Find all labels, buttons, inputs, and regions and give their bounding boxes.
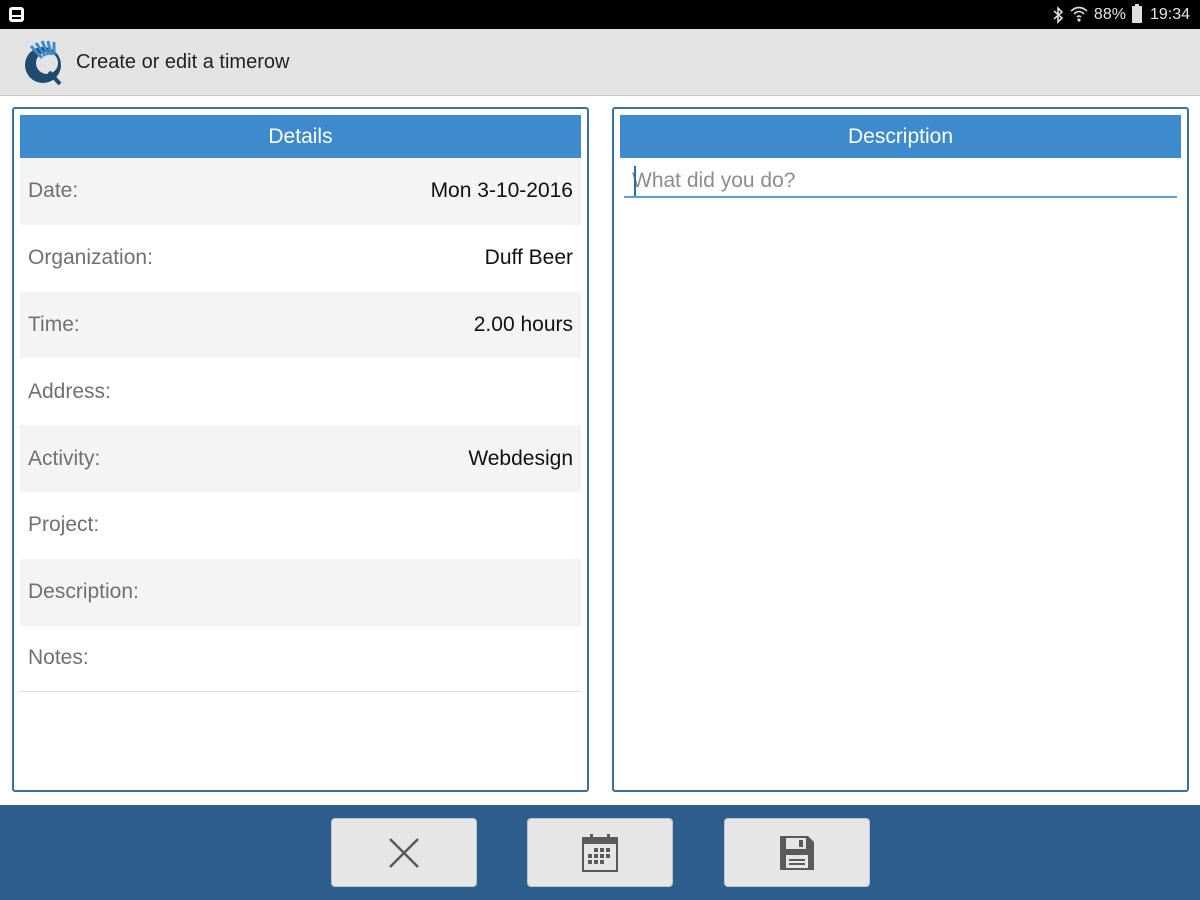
detail-value: Mon 3-10-2016 [430,179,573,203]
bluetooth-icon [1053,5,1064,24]
detail-row-project[interactable]: Project: [20,492,581,559]
battery-percent: 88% [1093,5,1126,23]
description-header: Description [620,115,1181,158]
save-icon [780,835,814,870]
page-title: Create or edit a timerow [76,51,290,73]
bottom-toolbar [0,805,1200,900]
detail-value: 2.00 hours [473,312,573,336]
detail-label: Date: [28,179,79,203]
detail-row-notes[interactable]: Notes: [20,626,581,693]
detail-label: Organization: [28,246,153,270]
detail-value: Duff Beer [484,246,573,270]
detail-label: Time: [28,312,80,336]
details-header: Details [20,115,581,158]
detail-label: Notes: [28,646,89,670]
status-bar: 88% 19:34 [0,0,1200,29]
calendar-button[interactable] [527,818,673,887]
detail-label: Address: [28,379,111,403]
app-bar: Create or edit a timerow [0,29,1200,96]
calendar-icon [582,833,618,872]
clock: 19:34 [1149,5,1190,23]
cancel-button[interactable] [331,818,477,887]
detail-label: Description: [28,580,139,604]
description-panel: Description [612,107,1189,792]
detail-label: Project: [28,513,100,537]
details-list: Date: Mon 3-10-2016 Organization: Duff B… [20,158,581,693]
detail-row-description[interactable]: Description: [20,558,581,626]
description-input[interactable] [624,166,1177,198]
detail-label: Activity: [28,446,101,470]
battery-icon [1131,4,1142,23]
detail-row-organization[interactable]: Organization: Duff Beer [20,225,581,292]
save-button[interactable] [724,818,870,887]
detail-row-address[interactable]: Address: [20,358,581,425]
wifi-icon [1070,6,1088,22]
text-cursor [634,166,636,196]
detail-value: Webdesign [468,446,573,470]
app-logo-icon [25,40,62,86]
detail-row-date[interactable]: Date: Mon 3-10-2016 [20,158,581,225]
details-panel: Details Date: Mon 3-10-2016 Organization… [12,107,589,792]
notification-icon [9,7,24,22]
detail-row-time[interactable]: Time: 2.00 hours [20,291,581,359]
detail-row-activity[interactable]: Activity: Webdesign [20,425,581,492]
close-icon [389,837,419,868]
